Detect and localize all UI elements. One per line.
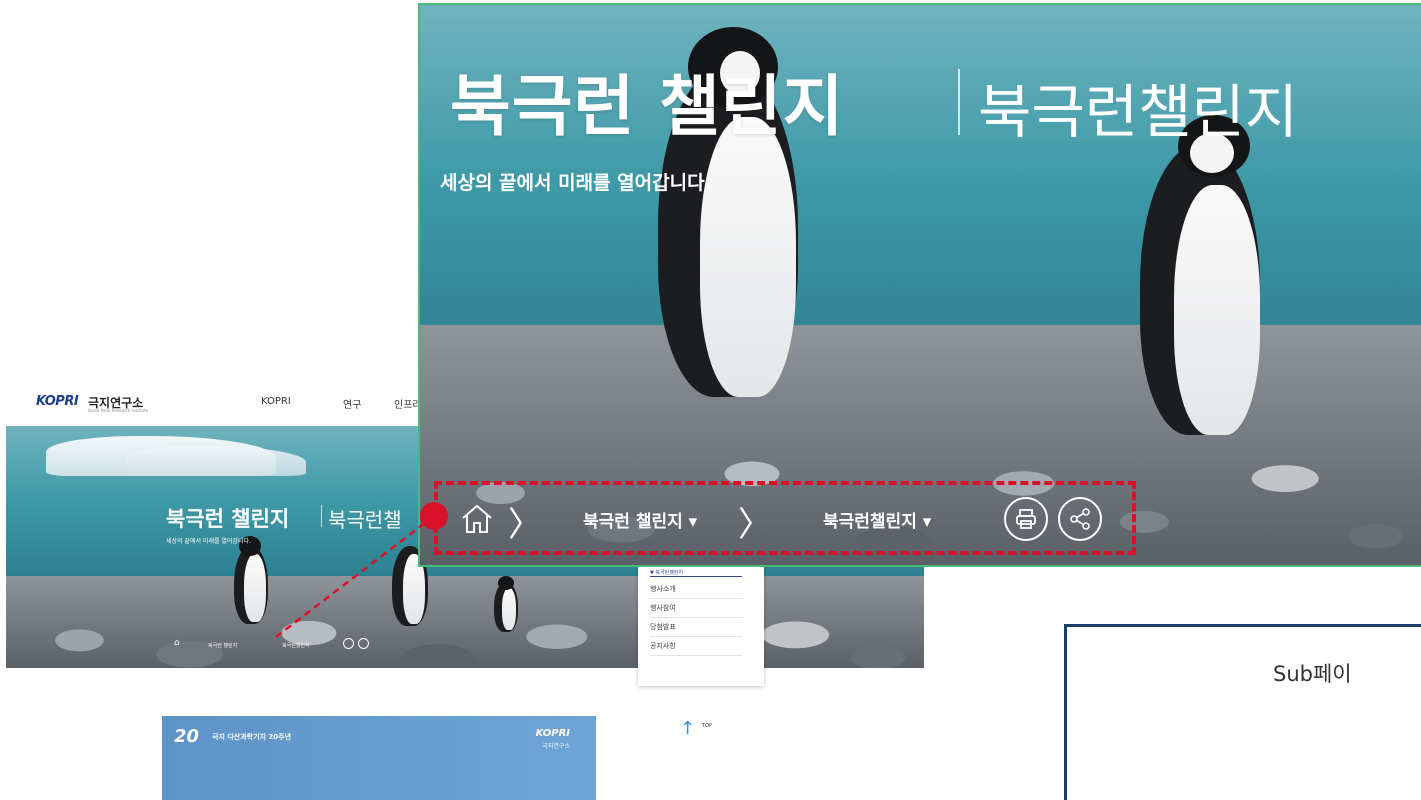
sub-page-box: Sub페이 [1064, 624, 1421, 800]
connector-dot [420, 502, 448, 530]
annotation-canvas: KOPRI 극지연구소 Korea Polar Research Institu… [0, 0, 1421, 800]
sub-page-label: Sub페이 [1273, 662, 1352, 686]
